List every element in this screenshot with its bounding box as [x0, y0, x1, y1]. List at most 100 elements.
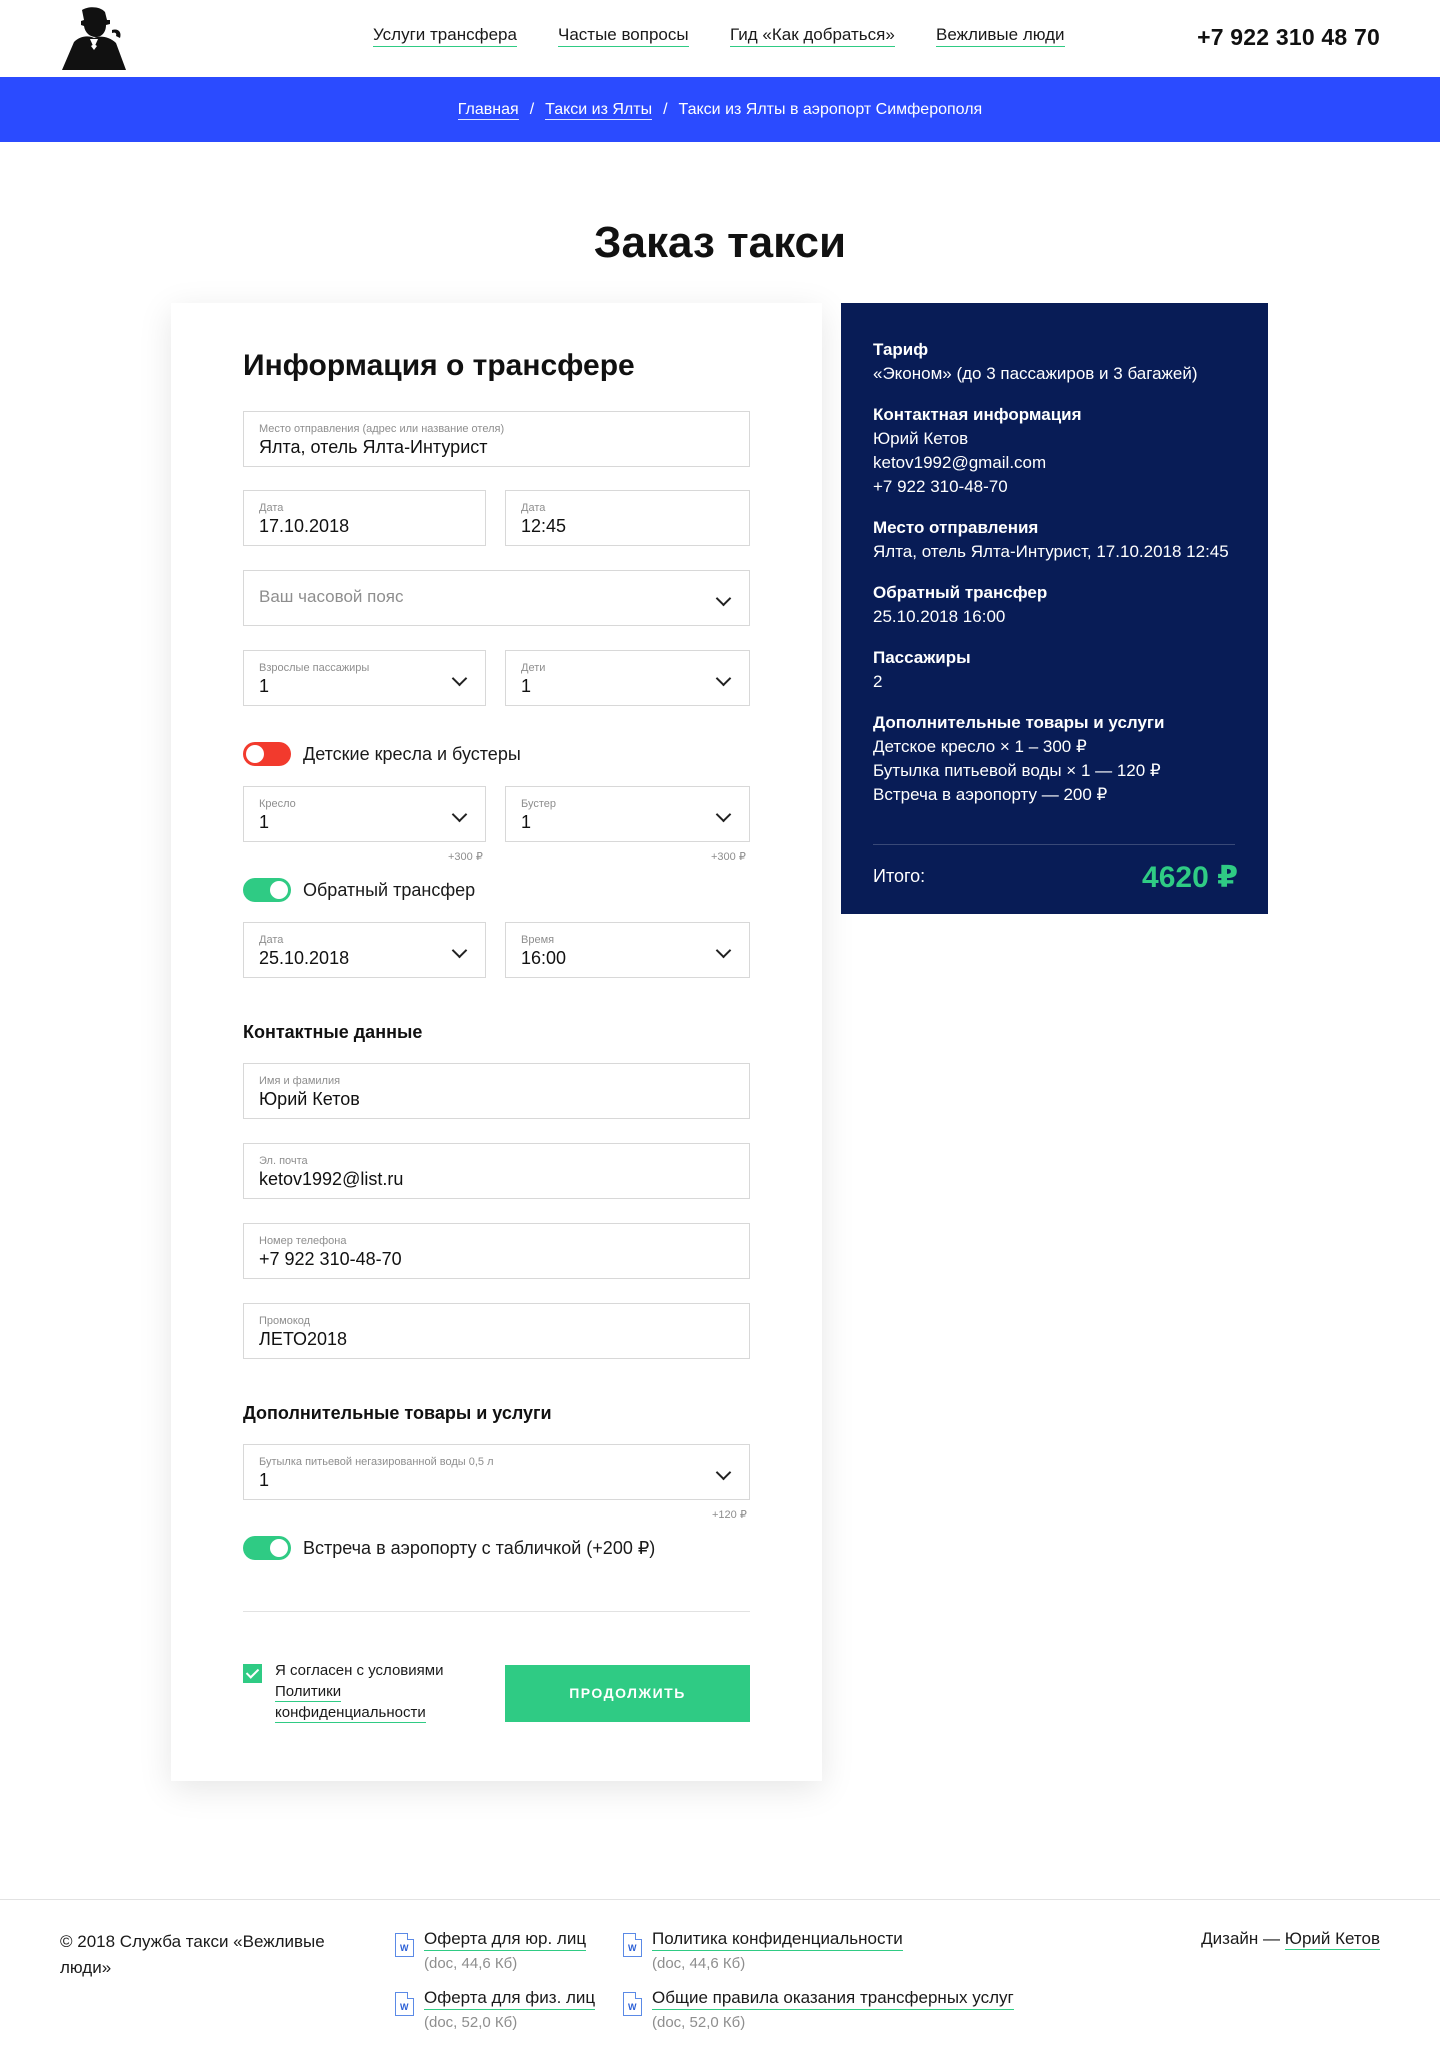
doc-link[interactable]: Оферта для юр. лиц	[424, 1929, 587, 1951]
summary-value: +7 922 310-48-70	[873, 477, 1008, 496]
breadcrumb-home[interactable]: Главная	[457, 101, 519, 120]
seat-select[interactable]: Кресло 1	[243, 786, 486, 842]
summary-passengers: Пассажиры 2	[873, 646, 1253, 694]
designer-link[interactable]: Юрий Кетов	[1284, 1929, 1380, 1950]
breadcrumb-yalta-taxi[interactable]: Такси из Ялты	[545, 101, 653, 120]
word-document-icon: W	[623, 1992, 642, 2016]
name-field[interactable]: Имя и фамилия Юрий Кетов	[243, 1063, 750, 1119]
field-label: Время	[521, 934, 555, 946]
breadcrumb-separator: /	[663, 101, 668, 118]
field-value: ЛЕТО2018	[259, 1329, 348, 1349]
doc-meta: (doc, 44,6 Кб)	[424, 1955, 518, 1972]
field-label: Бутылка питьевой негазированной воды 0,5…	[259, 1456, 494, 1468]
chevron-down-icon	[715, 670, 732, 687]
return-transfer-label: Обратный трансфер	[303, 880, 476, 900]
doc-meta: (doc, 44,6 Кб)	[652, 1955, 746, 1972]
phone-field[interactable]: Номер телефона +7 922 310-48-70	[243, 1223, 750, 1279]
page-title: Заказ такси	[593, 218, 847, 267]
form-title: Информация о трансфере	[243, 349, 635, 382]
footer-copyright: © 2018 Служба такси «Вежливые люди»	[60, 1932, 325, 1977]
design-label: Дизайн —	[1201, 1929, 1281, 1948]
divider	[243, 1611, 750, 1612]
summary-heading: Обратный трансфер	[873, 583, 1048, 602]
child-seats-label: Детские кресла и бустеры	[303, 744, 521, 764]
nav-transfer-services[interactable]: Услуги трансфера	[373, 25, 517, 47]
summary-value: «Эконом» (до 3 пассажиров и 3 багажей)	[873, 364, 1198, 383]
doc-meta: (doc, 52,0 Кб)	[652, 2014, 746, 2031]
total-value: 4620 ₽	[1142, 861, 1238, 894]
field-label: Промокод	[259, 1315, 311, 1327]
summary-extras: Дополнительные товары и услуги Детское к…	[873, 711, 1253, 807]
doc-meta: (doc, 52,0 Кб)	[424, 2014, 518, 2031]
summary-heading: Место отправления	[873, 518, 1039, 537]
children-select[interactable]: Дети 1	[505, 650, 750, 706]
nav-faq[interactable]: Частые вопросы	[558, 25, 689, 47]
field-label: Дети	[521, 662, 546, 674]
chevron-down-icon	[715, 1464, 732, 1481]
promo-field[interactable]: Промокод ЛЕТО2018	[243, 1303, 750, 1359]
summary-departure: Место отправления Ялта, отель Ялта-Интур…	[873, 516, 1253, 564]
agree-label: Я согласен с условиями	[275, 1662, 444, 1679]
water-price-note: +120 ₽	[712, 1509, 747, 1521]
doc-link[interactable]: Оферта для физ. лиц	[424, 1988, 596, 2010]
water-select[interactable]: Бутылка питьевой негазированной воды 0,5…	[243, 1444, 750, 1500]
summary-value: Встреча в аэропорту — 200 ₽	[873, 785, 1108, 804]
adults-select[interactable]: Взрослые пассажиры 1	[243, 650, 486, 706]
field-value: 1	[259, 676, 270, 696]
timezone-select[interactable]: Ваш часовой пояс	[243, 570, 750, 626]
chevron-down-icon	[451, 806, 468, 823]
chevron-down-icon	[451, 670, 468, 687]
logo-icon[interactable]	[60, 6, 128, 70]
return-time-select[interactable]: Время 16:00	[505, 922, 750, 978]
chevron-down-icon	[451, 942, 468, 959]
summary-value: 2	[873, 672, 883, 691]
return-transfer-toggle[interactable]	[243, 878, 291, 902]
summary-divider	[873, 844, 1235, 845]
chevron-down-icon	[715, 590, 732, 607]
summary-tariff: Тариф «Эконом» (до 3 пассажиров и 3 бага…	[873, 338, 1253, 386]
field-value: Юрий Кетов	[259, 1089, 360, 1109]
contacts-section-title: Контактные данные	[243, 1022, 423, 1042]
header-phone[interactable]: +7 922 310 48 70	[1197, 24, 1380, 51]
airport-meeting-toggle[interactable]	[243, 1536, 291, 1560]
booster-price-note: +300 ₽	[711, 851, 746, 863]
agree-text: Я согласен с условиями Политики конфиден…	[275, 1660, 475, 1723]
time-field[interactable]: Дата 12:45	[505, 490, 750, 546]
privacy-policy-link[interactable]: Политики конфиденциальности	[275, 1683, 426, 1723]
summary-contact: Контактная информация Юрий Кетов ketov19…	[873, 403, 1253, 499]
summary-value: Бутылка питьевой воды × 1 — 120 ₽	[873, 761, 1161, 780]
summary-value: Ялта, отель Ялта-Интурист, 17.10.2018 12…	[873, 542, 1229, 561]
breadcrumb-separator: /	[529, 101, 535, 118]
field-label: Бустер	[521, 798, 557, 810]
chevron-down-icon	[715, 806, 732, 823]
breadcrumb: Главная / Такси из Ялты / Такси из Ялты в аэ…	[0, 77, 1440, 142]
toggle-knob	[270, 1539, 288, 1557]
summary-value: ketov1992@gmail.com	[873, 453, 1047, 472]
field-value: 12:45	[521, 516, 567, 536]
word-document-icon: W	[395, 1933, 414, 1957]
departure-field[interactable]: Место отправления (адрес или название от…	[243, 411, 750, 467]
continue-button[interactable]: ПРОДОЛЖИТЬ	[505, 1665, 750, 1722]
nav-guide[interactable]: Гид «Как добраться»	[730, 25, 895, 47]
agree-checkbox[interactable]	[243, 1664, 262, 1683]
extras-section-title: Дополнительные товары и услуги	[243, 1403, 552, 1423]
field-value: 1	[259, 1470, 270, 1490]
date-field[interactable]: Дата 17.10.2018	[243, 490, 486, 546]
booster-select[interactable]: Бустер 1	[505, 786, 750, 842]
footer-design-credit: Дизайн — Юрий Кетов	[1201, 1929, 1380, 1950]
word-document-icon: W	[395, 1992, 414, 2016]
field-placeholder: Ваш часовой пояс	[259, 587, 404, 606]
field-label: Кресло	[259, 798, 296, 810]
nav-polite-people[interactable]: Вежливые люди	[936, 25, 1065, 47]
field-label: Эл. почта	[259, 1155, 308, 1167]
field-value: 1	[521, 812, 532, 832]
doc-link[interactable]: Общие правила оказания трансферных услуг	[652, 1988, 1014, 2010]
doc-link[interactable]: Политика конфиденциальности	[652, 1929, 903, 1951]
summary-return: Обратный трансфер 25.10.2018 16:00	[873, 581, 1253, 629]
summary-heading: Пассажиры	[873, 648, 971, 667]
summary-heading: Тариф	[873, 340, 929, 359]
footer-divider	[0, 1899, 1440, 1900]
email-field[interactable]: Эл. почта ketov1992@list.ru	[243, 1143, 750, 1199]
child-seats-toggle[interactable]	[243, 742, 291, 766]
return-date-select[interactable]: Дата 25.10.2018	[243, 922, 486, 978]
